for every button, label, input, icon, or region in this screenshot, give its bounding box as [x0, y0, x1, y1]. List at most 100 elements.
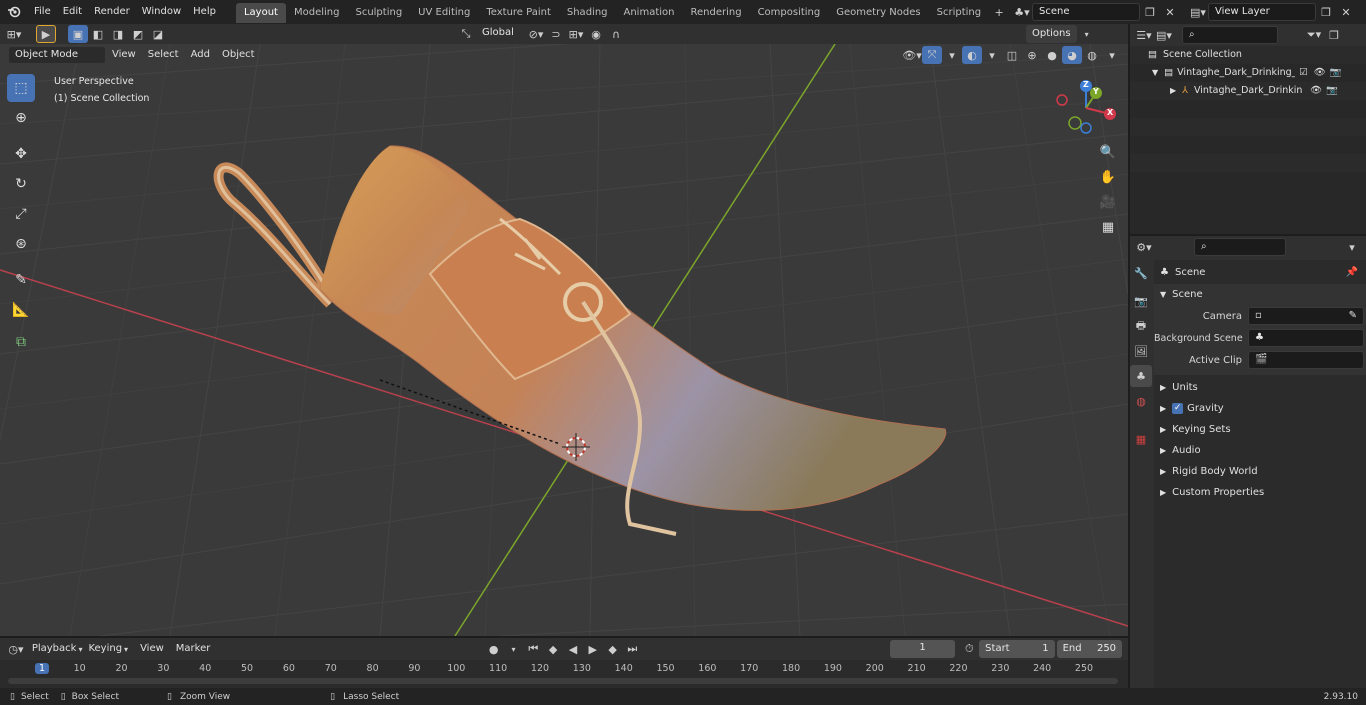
timeline-scrollbar[interactable]: [8, 678, 1118, 684]
tab-rendering[interactable]: Rendering: [682, 3, 749, 23]
move-icon[interactable]: ✥: [7, 140, 35, 168]
material-shading-icon[interactable]: ◕: [1062, 46, 1082, 64]
tab-geometry-nodes[interactable]: Geometry Nodes: [828, 3, 928, 23]
rotate-icon[interactable]: ↻: [7, 170, 35, 198]
properties-search-input[interactable]: ⌕: [1194, 238, 1286, 256]
play-icon[interactable]: ▶: [583, 640, 603, 658]
rigid-body-world-panel[interactable]: ▶ Rigid Body World: [1154, 461, 1366, 482]
camera-icon[interactable]: 📷: [1330, 64, 1342, 82]
audio-panel[interactable]: ▶ Audio: [1154, 440, 1366, 461]
transform-icon[interactable]: ⊛: [7, 230, 35, 258]
outliner-row-scene-collection[interactable]: ▤ Scene Collection: [1130, 46, 1366, 64]
play-reverse-icon[interactable]: ◀: [563, 640, 583, 658]
playhead[interactable]: 1: [34, 663, 50, 674]
end-frame-field[interactable]: End 250: [1056, 640, 1123, 658]
grid-projection-icon[interactable]: ▦: [1096, 215, 1120, 239]
scene-icon[interactable]: ♣▾: [1012, 3, 1032, 21]
menu-view[interactable]: View: [106, 46, 142, 64]
outliner-row-collection[interactable]: ▼ ▤ Vintaghe_Dark_Drinking_Horn ☑ 👁 📷: [1130, 64, 1366, 82]
expand-chevron-icon[interactable]: ▼: [1152, 64, 1158, 82]
timeline-ruler[interactable]: 1 10 20 30 40 50 60 70 80 90 100 110 120 130 140 150 160…: [0, 660, 1128, 688]
3d-viewport[interactable]: User Perspective (1) Scene Collection Ob…: [0, 44, 1128, 636]
editor-type-icon[interactable]: ◷▾: [6, 640, 26, 658]
filter-icon[interactable]: ⏷▾: [1304, 26, 1324, 44]
menu-marker[interactable]: Marker: [170, 639, 217, 659]
editor-type-icon[interactable]: ⚙▾: [1134, 238, 1154, 256]
tab-layout[interactable]: Layout: [235, 3, 286, 23]
camera-field[interactable]: ▫ ✎: [1248, 307, 1364, 325]
close-icon[interactable]: ✕: [1160, 3, 1180, 21]
tool-tab-icon[interactable]: 🔧: [1130, 262, 1152, 284]
snap-target-icon[interactable]: ⊞▾: [566, 25, 586, 43]
units-panel[interactable]: ▶ Units: [1154, 377, 1366, 398]
measure-icon[interactable]: 📐: [7, 296, 35, 324]
tab-compositing[interactable]: Compositing: [750, 3, 829, 23]
blender-logo-icon[interactable]: [0, 3, 28, 21]
menu-select[interactable]: Select: [142, 46, 185, 64]
menu-object[interactable]: Object: [216, 46, 261, 64]
keying-sets-panel[interactable]: ▶ Keying Sets: [1154, 419, 1366, 440]
gizmo-icon[interactable]: ⤧: [922, 46, 942, 64]
menu-timeline-view[interactable]: View: [134, 639, 170, 659]
proportional-edit-icon[interactable]: ◉: [586, 25, 606, 43]
view-layer-tab-icon[interactable]: 🖼: [1130, 340, 1152, 362]
editor-type-icon[interactable]: ☰▾: [1134, 26, 1154, 44]
stopwatch-icon[interactable]: ⏱: [959, 640, 979, 658]
outliner-row-object[interactable]: ▶ ⅄ Vintaghe_Dark_Drinking_ 👁 📷: [1130, 82, 1366, 100]
overlay-icon[interactable]: ◐: [962, 46, 982, 64]
eye-icon[interactable]: 👁: [1314, 64, 1326, 82]
select-box-icon[interactable]: ⬚: [7, 74, 35, 102]
menu-playback[interactable]: Playback: [26, 639, 83, 659]
menu-help[interactable]: Help: [187, 0, 222, 24]
options-button[interactable]: Options: [1026, 25, 1077, 43]
wireframe-shading-icon[interactable]: ⊕: [1022, 46, 1042, 64]
hand-pan-icon[interactable]: ✋: [1096, 165, 1120, 189]
pivot-icon[interactable]: ⊘▾: [526, 25, 546, 43]
outliner-search-input[interactable]: ⌕: [1182, 26, 1278, 44]
xray-icon[interactable]: ◫: [1002, 46, 1022, 64]
copy-scene-icon[interactable]: ❐: [1140, 3, 1160, 21]
gravity-checkbox[interactable]: ✓: [1172, 403, 1184, 414]
cursor-icon[interactable]: ⊕: [7, 104, 35, 132]
snap-icon[interactable]: ⊃: [546, 25, 566, 43]
editor-type-icon[interactable]: ⊞▾: [0, 25, 28, 43]
eye-icon[interactable]: 👁: [1310, 82, 1322, 100]
eyedropper-icon[interactable]: ✎: [1349, 308, 1357, 324]
prev-keyframe-icon[interactable]: ◆: [543, 640, 563, 658]
menu-window[interactable]: Window: [136, 0, 187, 24]
solid-shading-icon[interactable]: ●: [1042, 46, 1062, 64]
select-extend-icon[interactable]: ◧: [88, 25, 108, 43]
chevron-down-icon[interactable]: ▾: [982, 46, 1002, 64]
chevron-down-icon[interactable]: ▾: [1077, 25, 1097, 43]
zoom-icon[interactable]: 🔍: [1096, 140, 1120, 164]
background-scene-field[interactable]: ♣: [1248, 329, 1364, 347]
tab-texture-paint[interactable]: Texture Paint: [478, 3, 559, 23]
tab-shading[interactable]: Shading: [559, 3, 616, 23]
texture-tab-icon[interactable]: ▦: [1130, 428, 1152, 450]
render-tab-icon[interactable]: 📷: [1130, 290, 1152, 312]
copy-view-layer-icon[interactable]: ❐: [1316, 3, 1336, 21]
expand-chevron-icon[interactable]: ▶: [1170, 82, 1176, 100]
menu-add[interactable]: Add: [185, 46, 216, 64]
falloff-icon[interactable]: ∩: [606, 25, 626, 43]
add-workspace-button[interactable]: +: [989, 3, 1009, 21]
menu-file[interactable]: File: [28, 0, 57, 24]
view-layer-field[interactable]: View Layer: [1208, 3, 1316, 21]
checkbox-icon[interactable]: ☑: [1299, 64, 1308, 82]
gravity-panel[interactable]: ▶ ✓ Gravity: [1154, 398, 1366, 419]
new-collection-icon[interactable]: ❐: [1324, 26, 1344, 44]
record-icon[interactable]: ●: [484, 640, 504, 658]
select-intersect-icon[interactable]: ◪: [148, 25, 168, 43]
start-frame-field[interactable]: Start 1: [979, 640, 1055, 658]
custom-properties-panel[interactable]: ▶ Custom Properties: [1154, 482, 1366, 503]
tab-modeling[interactable]: Modeling: [286, 3, 348, 23]
chevron-down-icon[interactable]: ▾: [1342, 238, 1362, 256]
view-layer-icon[interactable]: ▤▾: [1188, 3, 1208, 21]
next-keyframe-icon[interactable]: ◆: [603, 640, 623, 658]
display-mode-icon[interactable]: ▤▾: [1154, 26, 1174, 44]
scene-panel-header[interactable]: ▼ Scene: [1154, 284, 1366, 305]
rendered-shading-icon[interactable]: ◍: [1082, 46, 1102, 64]
camera-icon[interactable]: 📷: [1326, 82, 1338, 100]
world-tab-icon[interactable]: ◍: [1130, 390, 1152, 412]
object-mode-dropdown[interactable]: Object Mode: [8, 46, 106, 64]
